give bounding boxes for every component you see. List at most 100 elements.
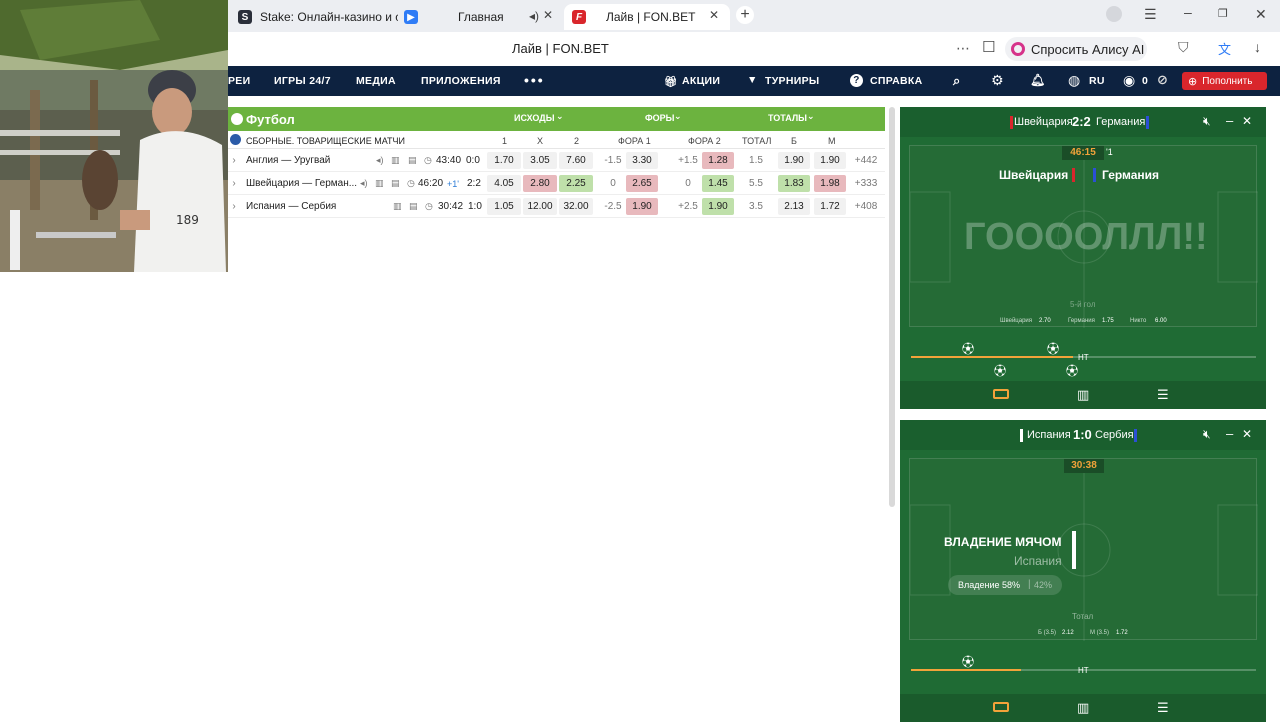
widget-footer: ▥ ☰ (900, 694, 1266, 722)
nav-item-help[interactable]: СПРАВКА (870, 75, 922, 87)
odd-1[interactable]: 1.05 (487, 198, 521, 215)
deposit-button[interactable]: ⊕ Пополнить (1182, 72, 1267, 90)
handicap-1-value: 0 (610, 178, 616, 189)
sound-icon[interactable]: ◂) (360, 175, 368, 192)
profile-icon[interactable] (1106, 6, 1122, 22)
match-teams[interactable]: Испания — Сербия (246, 198, 336, 215)
odd-x[interactable]: 12.00 (523, 198, 557, 215)
handicap-1-odd[interactable]: 1.90 (626, 198, 658, 215)
download-icon[interactable]: ↓ (1254, 39, 1261, 55)
more-icon[interactable]: ⋯ (956, 40, 971, 57)
group-outcomes[interactable]: ИСХОДЫ (514, 113, 555, 123)
group-totals[interactable]: ТОТАЛЫ (768, 113, 807, 123)
odd-x[interactable]: 3.05 (523, 152, 557, 169)
minimize-icon[interactable]: – (1226, 113, 1233, 128)
close-tab-icon[interactable]: ✕ (543, 8, 553, 22)
nav-item-apps[interactable]: ПРИЛОЖЕНИЯ (421, 75, 501, 87)
mute-icon[interactable]: ◂) (529, 9, 539, 23)
total-over[interactable]: 1.83 (778, 175, 810, 192)
minimize-icon[interactable]: – (1184, 4, 1192, 20)
scrollbar[interactable] (889, 107, 895, 507)
handicap-1-odd[interactable]: 2.65 (626, 175, 658, 192)
sound-icon[interactable]: ◂) (376, 152, 384, 169)
stats-icon[interactable]: ▥ (1077, 700, 1089, 716)
more-nav-icon[interactable]: ••• (524, 72, 545, 88)
total-under[interactable]: 1.98 (814, 175, 846, 192)
odd-1[interactable]: 1.70 (487, 152, 521, 169)
stats-icon[interactable]: ▤ (409, 198, 418, 215)
handicap-2-odd[interactable]: 1.90 (702, 198, 734, 215)
list-icon[interactable]: ☰ (1157, 700, 1169, 716)
group-handicaps[interactable]: ФОРЫ (645, 113, 675, 123)
odd-x[interactable]: 2.80 (523, 175, 557, 192)
language-label[interactable]: RU (1089, 75, 1105, 87)
stats-icon[interactable]: ▤ (391, 175, 400, 192)
odd-2[interactable]: 32.00 (559, 198, 593, 215)
restore-icon[interactable]: ❐ (1218, 7, 1228, 20)
total-under[interactable]: 1.90 (814, 152, 846, 169)
minimize-icon[interactable]: – (1226, 426, 1233, 441)
field-view-icon[interactable] (993, 702, 1009, 712)
globe-icon[interactable]: ◍ (1068, 72, 1081, 89)
extension-icon[interactable]: ⛉ (1178, 39, 1189, 56)
field-icon[interactable]: ▥ (375, 175, 384, 192)
odd-value[interactable]: 2.70 (1039, 318, 1051, 324)
nav-item-media[interactable]: МЕДИА (356, 75, 396, 87)
tab-stake[interactable]: S Stake: Онлайн-казино и с (238, 4, 398, 30)
gear-icon[interactable]: ⚙ (991, 72, 1004, 89)
nav-item-promos[interactable]: АКЦИИ (682, 75, 720, 87)
close-icon[interactable]: ✕ (1242, 114, 1252, 128)
mute-icon[interactable]: 🔇︎ (1203, 427, 1211, 442)
total-over-value[interactable]: 2.12 (1062, 630, 1074, 636)
tab-label: Stake: Онлайн-казино и с (260, 10, 398, 24)
menu-icon[interactable]: ☰ (1144, 6, 1157, 23)
translate-icon[interactable]: 文 (1218, 39, 1231, 58)
handicap-2-odd[interactable]: 1.28 (702, 152, 734, 169)
match-teams[interactable]: Англия — Уругвай (246, 152, 330, 169)
odd-value[interactable]: 1.75 (1102, 318, 1114, 324)
bookmark-icon[interactable]: ☐ (982, 38, 995, 56)
page-title[interactable]: Лайв | FON.BET (512, 41, 609, 56)
list-icon[interactable]: ☰ (1157, 387, 1169, 403)
odd-1[interactable]: 4.05 (487, 175, 521, 192)
field-view-icon[interactable] (993, 389, 1009, 399)
user-icon[interactable]: ◉ (1123, 72, 1136, 89)
total-over[interactable]: 1.90 (778, 152, 810, 169)
table-row[interactable]: › Швейцария — Герман... ◂) ▥ ▤ ◷ 46:20 +… (228, 172, 885, 195)
search-icon[interactable]: ⌕ (953, 73, 961, 89)
hide-icon[interactable]: ⊘ (1157, 72, 1168, 88)
table-row[interactable]: › Англия — Уругвай ◂) ▥ ▤ ◷ 43:40 0:0 1.… (228, 149, 885, 172)
tab-fonbet[interactable]: F Лайв | FON.BET (564, 4, 730, 30)
handicap-2-odd[interactable]: 1.45 (702, 175, 734, 192)
sport-header[interactable]: Футбол ИСХОДЫ ⌄ ФОРЫ ⌄ ТОТАЛЫ ⌄ (228, 107, 885, 131)
more-markets[interactable]: +408 (851, 198, 881, 215)
handicap-1-odd[interactable]: 3.30 (626, 152, 658, 169)
goal-ball-icon: ⚽︎ (962, 342, 975, 356)
nav-item[interactable]: РЕИ (228, 75, 250, 87)
mute-icon[interactable]: 🔇︎ (1203, 114, 1211, 129)
stats-icon[interactable]: ▥ (1077, 387, 1089, 403)
nav-item-tournaments[interactable]: ТУРНИРЫ (765, 75, 819, 87)
alice-icon (1011, 42, 1025, 56)
match-teams[interactable]: Швейцария — Герман... (246, 175, 357, 192)
odd-value[interactable]: 6.00 (1155, 318, 1167, 324)
table-row[interactable]: › Испания — Сербия ▥ ▤ ◷ 30:42 1:0 1.05 … (228, 195, 885, 218)
close-window-icon[interactable]: ✕ (1255, 6, 1267, 23)
more-markets[interactable]: +442 (851, 152, 881, 169)
more-markets[interactable]: +333 (851, 175, 881, 192)
total-under[interactable]: 1.72 (814, 198, 846, 215)
close-icon[interactable]: ✕ (1242, 427, 1252, 441)
total-under-value[interactable]: 1.72 (1116, 630, 1128, 636)
alice-button[interactable]: Спросить Алису AI (1005, 37, 1147, 61)
new-tab-icon[interactable]: + (736, 6, 754, 24)
stats-icon[interactable]: ▤ (408, 152, 417, 169)
field-icon[interactable]: ▥ (391, 152, 400, 169)
close-tab-icon[interactable]: ✕ (709, 8, 719, 22)
field-icon[interactable]: ▥ (393, 198, 402, 215)
chevron-right-icon: › (232, 201, 236, 212)
nav-item-games[interactable]: ИГРЫ 24/7 (274, 75, 331, 87)
total-over[interactable]: 2.13 (778, 198, 810, 215)
bell-icon[interactable]: 🔔︎ (1030, 73, 1046, 87)
odd-2[interactable]: 7.60 (559, 152, 593, 169)
odd-2[interactable]: 2.25 (559, 175, 593, 192)
